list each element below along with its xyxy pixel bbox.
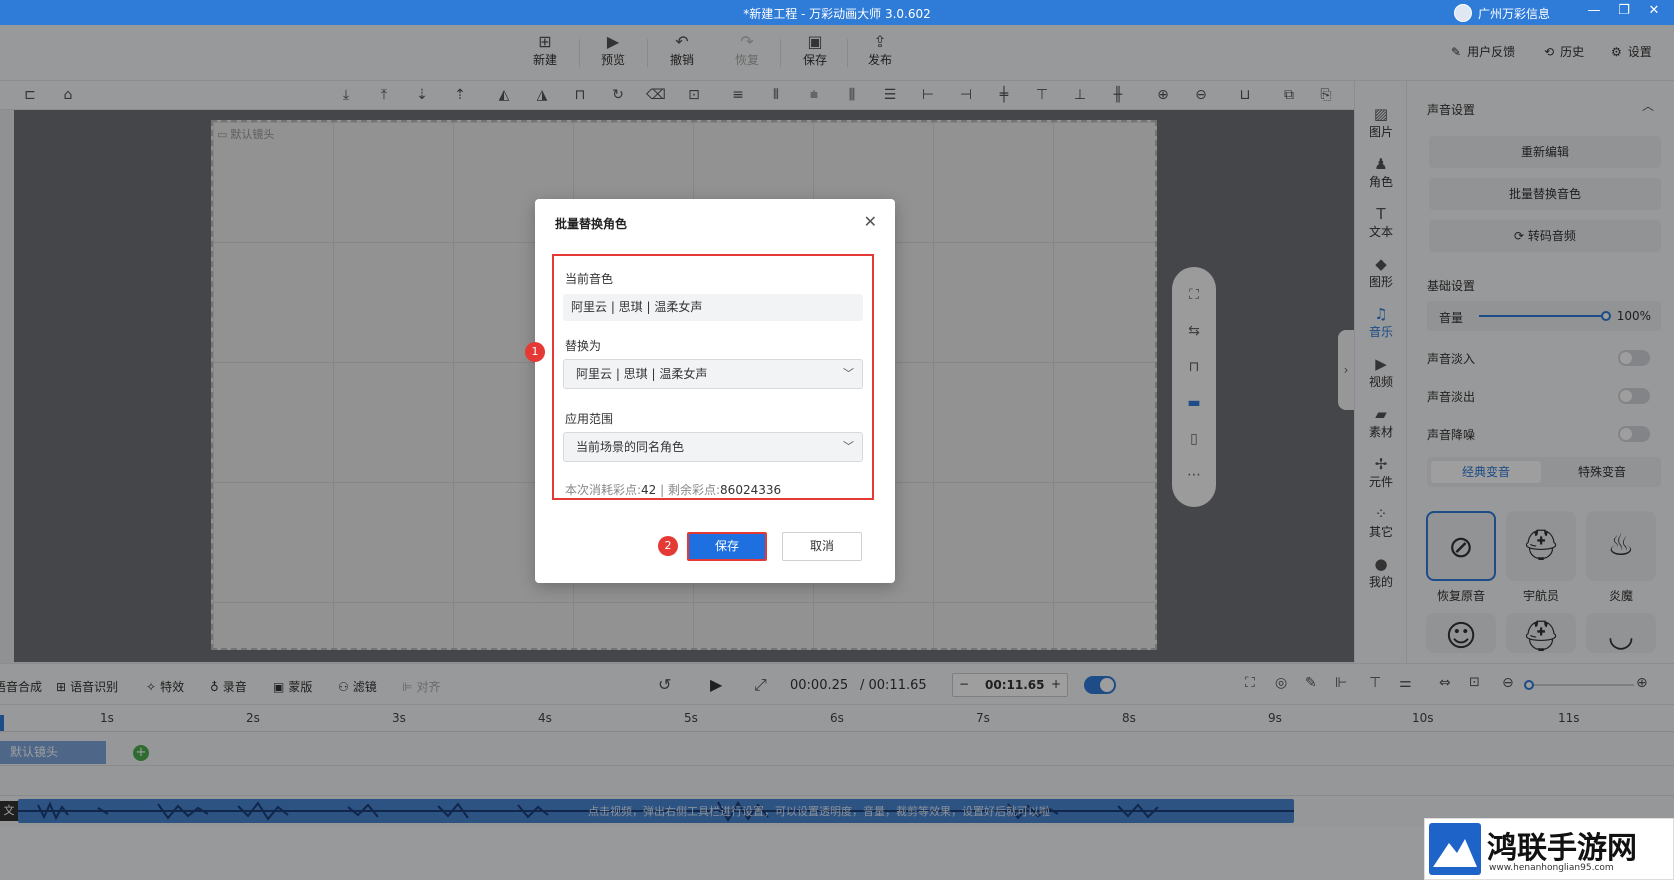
scope-label: 应用范围	[565, 412, 614, 426]
current-voice-value: 阿里云 | 思琪 | 温柔女声	[563, 294, 863, 321]
watermark-logo	[1429, 823, 1481, 875]
watermark: 鸿联手游网 www.henanhonglian95.com	[1424, 818, 1674, 880]
current-voice-label: 当前音色	[565, 272, 614, 286]
chevron-down-icon: ﹀	[843, 440, 854, 453]
scope-selected: 当前场景的同名角色	[576, 440, 685, 454]
maximize-button[interactable]: ❐	[1616, 3, 1632, 18]
user-account[interactable]: 广州万彩信息	[1453, 4, 1550, 22]
user-name: 广州万彩信息	[1477, 6, 1550, 21]
avatar	[1453, 4, 1472, 22]
scope-select[interactable]: 当前场景的同名角色 ﹀	[563, 432, 863, 462]
remain-prefix: | 剩余彩点:	[656, 483, 721, 497]
window-title: *新建工程 - 万彩动画大师 3.0.602	[743, 7, 931, 21]
replace-voice-select[interactable]: 阿里云 | 思琪 | 温柔女声 ﹀	[563, 359, 863, 389]
replace-with-label: 替换为	[565, 339, 602, 353]
replace-voice-selected: 阿里云 | 思琪 | 温柔女声	[576, 367, 708, 381]
dialog-title: 批量替换角色	[555, 217, 628, 231]
batch-replace-dialog: 批量替换角色 ✕ 1 当前音色 阿里云 | 思琪 | 温柔女声 替换为 阿里云 …	[525, 199, 895, 583]
minimize-button[interactable]: —	[1586, 3, 1602, 18]
cost-value: 42	[641, 483, 657, 497]
chevron-down-icon: ﹀	[843, 367, 854, 380]
watermark-title: 鸿联手游网	[1487, 831, 1637, 866]
remain-value: 86024336	[720, 483, 782, 497]
title-bar: *新建工程 - 万彩动画大师 3.0.602 广州万彩信息 — ❐ ✕	[0, 0, 1674, 25]
step-marker-2: 2	[658, 536, 678, 556]
cost-info: 本次消耗彩点:42 | 剩余彩点:86024336	[565, 481, 781, 498]
close-window-button[interactable]: ✕	[1646, 3, 1662, 18]
cancel-button[interactable]: 取消	[782, 532, 862, 561]
mountain-icon	[1433, 839, 1477, 867]
watermark-url: www.henanhonglian95.com	[1489, 863, 1614, 873]
cost-prefix: 本次消耗彩点:	[565, 483, 642, 497]
step-marker-1: 1	[525, 342, 545, 362]
save-button[interactable]: 保存	[687, 532, 767, 561]
close-icon[interactable]: ✕	[864, 212, 877, 231]
